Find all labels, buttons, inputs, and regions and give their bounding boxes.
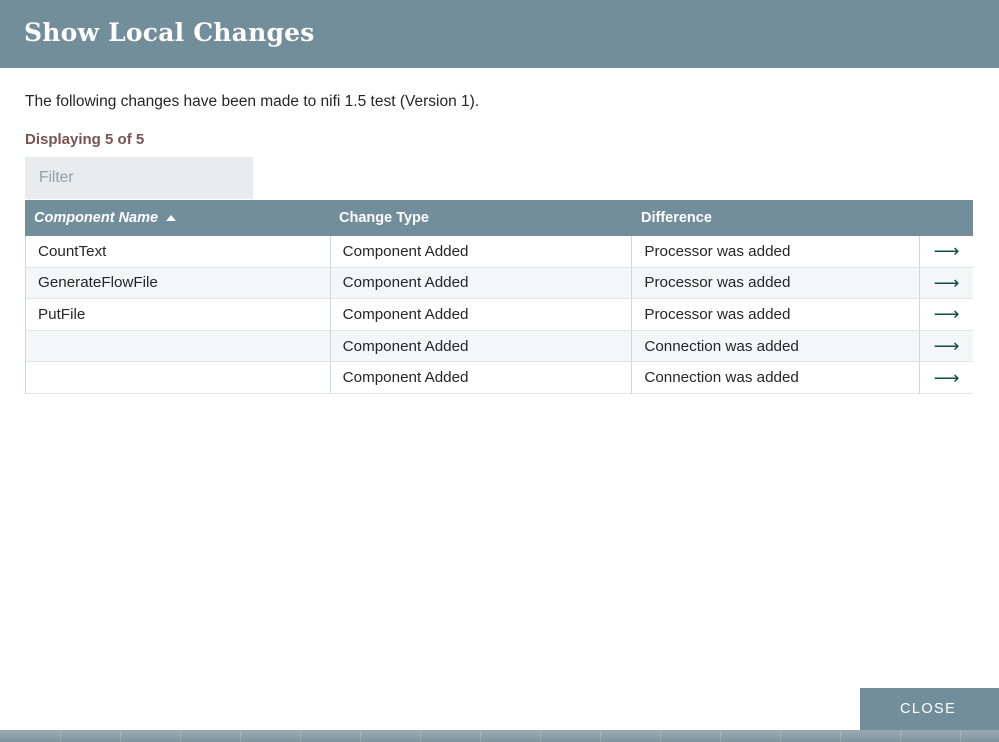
show-local-changes-dialog: Show Local Changes The following changes… <box>0 0 999 742</box>
filter-wrapper <box>25 157 253 199</box>
cell-change-type: Component Added <box>331 299 633 330</box>
cell-action[interactable]: ⟶ <box>920 236 973 267</box>
column-header-difference[interactable]: Difference <box>632 200 920 236</box>
table-row[interactable]: GenerateFlowFile Component Added Process… <box>26 268 973 300</box>
table-body: CountText Component Added Processor was … <box>25 236 973 394</box>
cell-action[interactable]: ⟶ <box>920 268 973 299</box>
cell-component-name: GenerateFlowFile <box>26 268 331 299</box>
column-header-change-type-label: Change Type <box>339 210 429 226</box>
close-button[interactable]: CLOSE <box>860 688 999 730</box>
column-header-difference-label: Difference <box>641 210 712 226</box>
arrow-right-icon[interactable]: ⟶ <box>934 274 960 292</box>
cell-component-name <box>26 362 331 393</box>
table-row[interactable]: Component Added Connection was added ⟶ <box>26 362 973 394</box>
cell-action[interactable]: ⟶ <box>920 299 973 330</box>
column-header-action <box>920 200 973 236</box>
cell-change-type: Component Added <box>331 331 633 362</box>
local-changes-table: Component Name Change Type Difference Co… <box>25 200 973 394</box>
table-row[interactable]: CountText Component Added Processor was … <box>26 236 973 268</box>
cell-difference: Connection was added <box>632 362 920 393</box>
table-row[interactable]: Component Added Connection was added ⟶ <box>26 331 973 363</box>
column-header-component-name-label: Component Name <box>34 210 158 226</box>
table-row[interactable]: PutFile Component Added Processor was ad… <box>26 299 973 331</box>
cell-component-name <box>26 331 331 362</box>
cell-difference: Processor was added <box>632 268 920 299</box>
page-backdrop-strip <box>0 730 999 742</box>
cell-action[interactable]: ⟶ <box>920 362 973 393</box>
arrow-right-icon[interactable]: ⟶ <box>934 305 960 323</box>
intro-text: The following changes have been made to … <box>25 93 479 111</box>
search-input[interactable] <box>25 157 253 199</box>
cell-difference: Connection was added <box>632 331 920 362</box>
column-header-change-type[interactable]: Change Type <box>330 200 632 236</box>
sort-ascending-icon <box>166 215 176 221</box>
cell-action[interactable]: ⟶ <box>920 331 973 362</box>
cell-difference: Processor was added <box>632 299 920 330</box>
displaying-count-label: Displaying 5 of 5 <box>25 131 144 148</box>
arrow-right-icon[interactable]: ⟶ <box>934 242 960 260</box>
dialog-body: The following changes have been made to … <box>0 68 999 688</box>
dialog-header: Show Local Changes <box>0 0 999 68</box>
cell-change-type: Component Added <box>331 362 633 393</box>
dialog-footer: CLOSE <box>0 688 999 730</box>
cell-difference: Processor was added <box>632 236 920 267</box>
column-header-component-name[interactable]: Component Name <box>25 200 330 236</box>
arrow-right-icon[interactable]: ⟶ <box>934 337 960 355</box>
table-header-row: Component Name Change Type Difference <box>25 200 973 236</box>
arrow-right-icon[interactable]: ⟶ <box>934 369 960 387</box>
page-title: Show Local Changes <box>24 18 315 47</box>
cell-change-type: Component Added <box>331 236 633 267</box>
cell-component-name: CountText <box>26 236 331 267</box>
cell-change-type: Component Added <box>331 268 633 299</box>
cell-component-name: PutFile <box>26 299 331 330</box>
